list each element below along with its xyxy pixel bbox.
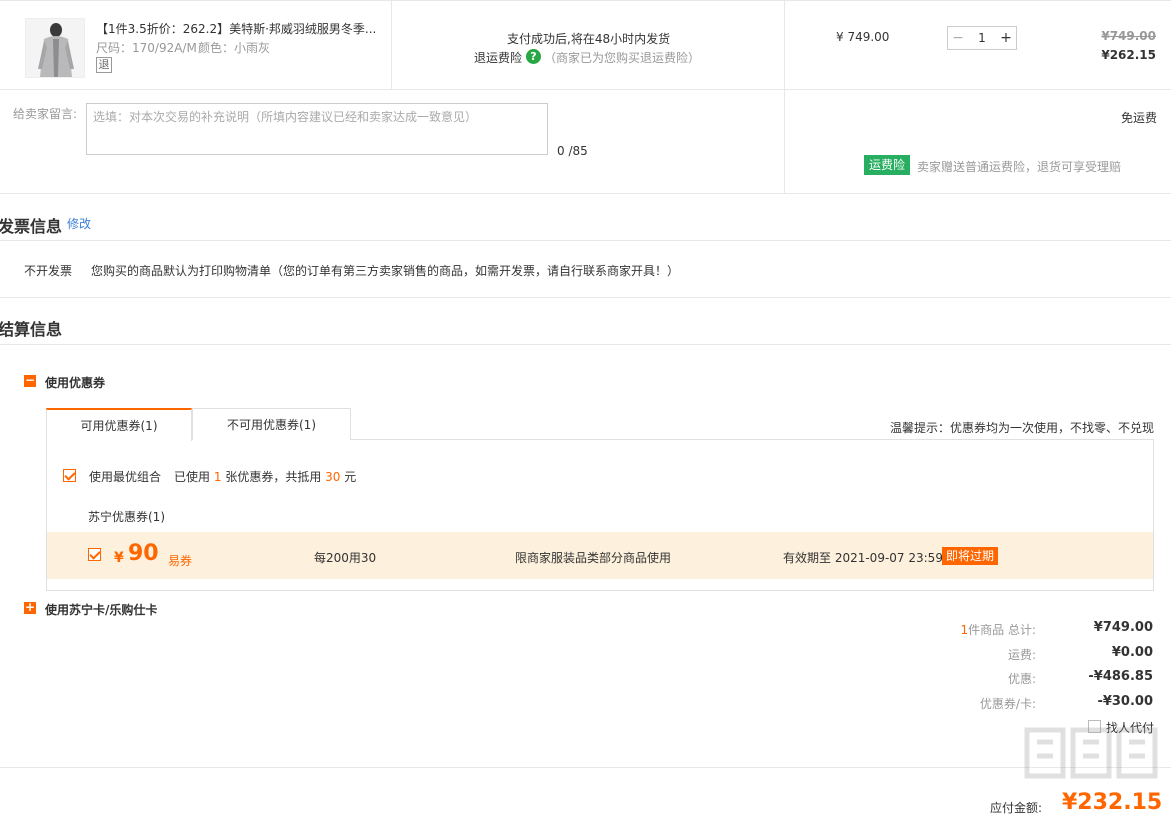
best-combo-checkbox[interactable] <box>63 469 76 482</box>
divider <box>0 767 1171 768</box>
coupon-tip: 温馨提示：优惠券均为一次使用，不找零、不兑现 <box>889 421 1154 435</box>
coupon-section-label[interactable]: 使用优惠券 <box>45 374 105 391</box>
tab-unavailable-coupons[interactable]: 不可用优惠券(1) <box>192 408 351 440</box>
used-suffix: 元 <box>344 470 357 484</box>
divider <box>0 240 1171 241</box>
coupon-usage-summary: 已使用 1 张优惠券，共抵用 30 元 <box>174 468 356 485</box>
qty-plus-button[interactable]: + <box>996 27 1016 49</box>
coupon-scope: 限商家服装品类部分商品使用 <box>515 551 672 565</box>
quantity-stepper[interactable]: − 1 + <box>947 26 1017 50</box>
discount-value: -¥486.85 <box>1088 669 1153 684</box>
product-title[interactable]: 【1件3.5折价：262.2】美特斯·邦威羽绒服男冬季... <box>96 20 381 37</box>
free-shipping: 免运费 <box>1120 111 1157 125</box>
return-badge-label: 退 <box>96 57 112 73</box>
used-mid: 张优惠券，共抵用 <box>225 470 322 484</box>
message-placeholder: 选填：对本次交易的补充说明（所填内容建议已经和卖家达成一致意见） <box>93 110 478 124</box>
coupon-collapse-icon[interactable]: − <box>24 374 36 387</box>
best-combo-label: 使用最优组合 <box>89 470 162 484</box>
qty-value[interactable]: 1 <box>968 27 996 49</box>
message-counter: 0 /85 <box>557 144 588 158</box>
coupon-checkbox[interactable] <box>88 548 101 561</box>
shipping-label: 运费: <box>1007 648 1036 662</box>
coupon-validity: 有效期至 2021-09-07 23:59 <box>783 551 943 565</box>
invoice-edit-link[interactable]: 修改 <box>67 215 91 232</box>
item-count: 1 <box>960 623 969 637</box>
coupon-rule: 每200用30 <box>314 551 377 565</box>
coupon-currency: ¥ <box>114 550 124 566</box>
card-section-label[interactable]: 使用苏宁卡/乐购仕卡 <box>45 601 157 618</box>
divider <box>0 0 1171 1</box>
coupon-group-title: 苏宁优惠券(1) <box>88 510 165 524</box>
product-thumbnail[interactable] <box>25 18 85 78</box>
invoice-title: 发票信息 <box>0 217 63 236</box>
divider <box>391 0 392 89</box>
shipping-note: 支付成功后,将在48小时内发货 <box>507 32 671 46</box>
qty-minus-button[interactable]: − <box>948 27 968 49</box>
shipping-value: ¥0.00 <box>1111 645 1153 660</box>
insurance-tag: 运费险 <box>864 155 911 175</box>
original-price: ¥749.00 <box>1101 29 1156 43</box>
divider <box>784 0 785 193</box>
coupon-card-value: -¥30.00 <box>1097 694 1153 709</box>
divider <box>0 89 1171 90</box>
return-badge: 退 <box>96 57 112 73</box>
coupon-type: 易券 <box>168 554 193 568</box>
invoice-type: 不开发票 <box>24 264 73 278</box>
card-expand-icon[interactable]: + <box>24 601 36 614</box>
expire-badge: 即将过期 <box>942 547 999 565</box>
insurance-desc: 卖家赠送普通运费险，退货可享受理赔 <box>917 160 1122 174</box>
divider <box>0 193 1171 194</box>
seller-message-input[interactable]: 选填：对本次交易的补充说明（所填内容建议已经和卖家达成一致意见） <box>86 103 548 155</box>
coupon-amount: 90 <box>128 541 159 566</box>
used-count: 1 <box>213 470 222 484</box>
tab-available-coupons[interactable]: 可用优惠券(1) <box>46 408 192 441</box>
message-label: 给卖家留言: <box>13 107 78 121</box>
used-amount: 30 <box>325 470 341 484</box>
product-size: 尺码：170/92A/M <box>96 41 197 55</box>
invoice-desc: 您购买的商品默认为打印购物清单（您的订单有第三方卖家销售的商品，如需开发票，请自… <box>91 264 680 278</box>
help-icon[interactable]: ? <box>526 49 541 64</box>
final-price: ¥262.15 <box>1101 48 1156 62</box>
total-label: 1件商品 总计: <box>961 621 1037 638</box>
insurance-label: 退运费险 <box>474 51 523 65</box>
total-label-text: 件商品 总计: <box>968 623 1036 637</box>
divider <box>0 344 1171 345</box>
divider <box>0 297 1171 298</box>
product-color: 颜色：小雨灰 <box>198 41 271 55</box>
total-value: ¥749.00 <box>1093 620 1153 635</box>
insurance-note: （商家已为您购买退运费险） <box>544 51 701 65</box>
product-image <box>26 19 84 77</box>
watermark-logo <box>1024 727 1158 779</box>
used-prefix: 已使用 <box>174 470 211 484</box>
coupon-card-label: 优惠券/卡: <box>979 697 1036 711</box>
settlement-title: 结算信息 <box>0 320 63 339</box>
discount-label: 优惠: <box>1007 672 1036 686</box>
unit-price: ¥ 749.00 <box>836 30 890 44</box>
